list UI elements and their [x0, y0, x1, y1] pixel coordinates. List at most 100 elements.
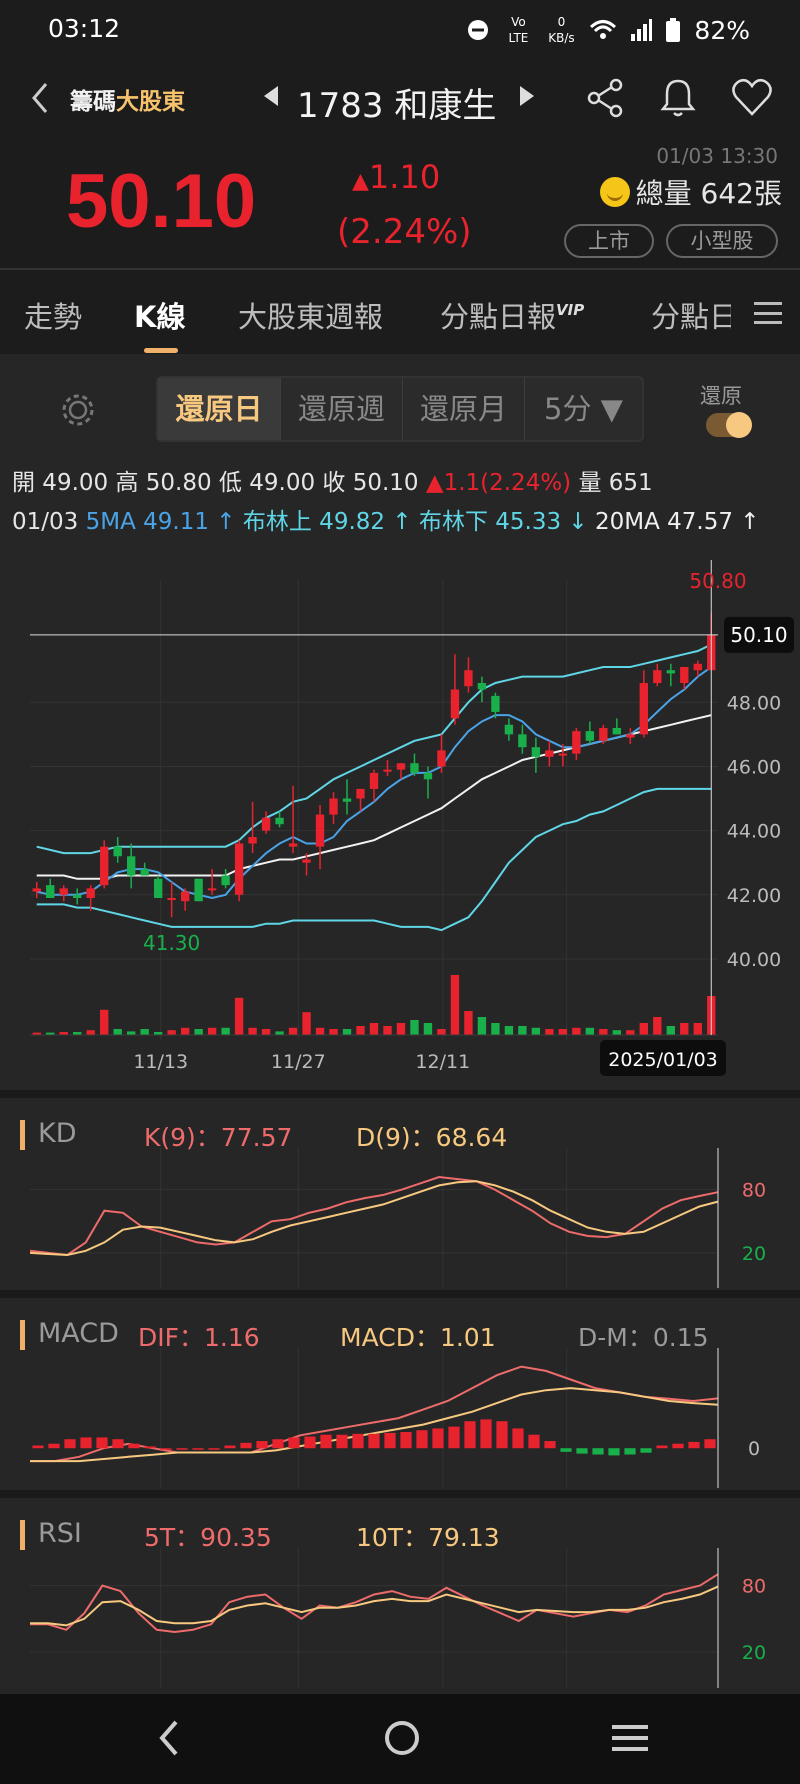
indicator-line: [29, 1180, 719, 1257]
restore-label: 還原: [700, 384, 742, 408]
x-tick-label: 11/27: [271, 1051, 326, 1073]
share-icon[interactable]: [584, 76, 628, 120]
candle-body: [46, 885, 55, 898]
stock-title: 1783 和康生: [297, 86, 497, 126]
signal-icon: [631, 19, 653, 41]
candlestick-chart[interactable]: 48.00 46.00 44.00 42.00 40.00 50.10 50.80 41.30…: [0, 560, 800, 1090]
y-tick-label: 44.00: [727, 821, 781, 843]
candle-body: [261, 817, 271, 831]
volume-bar: [126, 1031, 136, 1035]
heart-icon[interactable]: [730, 76, 774, 120]
seg-restore-day[interactable]: 還原日: [158, 378, 280, 440]
prev-stock-icon[interactable]: [264, 86, 278, 106]
candle-body: [207, 888, 217, 891]
candle-body: [572, 731, 581, 754]
macd-histogram-bar: [592, 1448, 604, 1455]
tab-daily-report[interactable]: 分點日報VIP: [440, 294, 584, 336]
indicator-tick-label: 0: [748, 1438, 760, 1460]
y-tick-label: 46.00: [727, 756, 781, 778]
indicator-line: [30, 1573, 719, 1634]
macd-panel: MACD DIF：1.16 MACD：1.01 D-M：0.15 0: [0, 1290, 800, 1490]
macd-histogram-bar: [672, 1443, 684, 1449]
wifi-icon: [590, 20, 617, 39]
macd-histogram-bar: [688, 1441, 700, 1449]
size-tag[interactable]: 小型股: [666, 224, 778, 258]
macd-histogram-bar: [48, 1443, 60, 1449]
candle-body: [153, 878, 163, 898]
tab-weekly-report[interactable]: 大股東週報: [238, 294, 383, 336]
candle-body: [113, 846, 122, 857]
volume-bar: [518, 1026, 527, 1035]
macd-histogram-bar: [176, 1448, 188, 1450]
macd-histogram-bar: [128, 1443, 140, 1449]
tab-underline: [144, 348, 178, 353]
tab-bar: 走勢 K線 大股東週報 分點日報VIP 分點日: [0, 270, 800, 354]
volume-bar: [639, 1023, 648, 1035]
restore-toggle[interactable]: [706, 412, 752, 438]
candle-body: [167, 898, 176, 900]
macd-histogram-bar: [448, 1426, 460, 1449]
candle-body: [464, 670, 473, 687]
back-icon[interactable]: [26, 78, 56, 118]
volume-bar: [558, 1029, 568, 1035]
macd-chart[interactable]: 0: [0, 1348, 800, 1488]
candle-body: [477, 683, 487, 690]
volume-bar: [383, 1026, 392, 1035]
candle-body: [558, 753, 568, 756]
volume-bar: [369, 1023, 379, 1035]
kd-chart[interactable]: 80 20: [0, 1148, 800, 1288]
volume-bar: [113, 1029, 122, 1035]
macd-histogram-bar: [656, 1445, 668, 1449]
macd-histogram-bar: [464, 1421, 476, 1449]
nav-home-icon[interactable]: [382, 1718, 422, 1758]
tab-trend[interactable]: 走勢: [24, 294, 82, 336]
macd-histogram-bar: [320, 1434, 332, 1449]
indicator-tick-label: 20: [742, 1243, 766, 1265]
volume-bar: [464, 1011, 473, 1035]
macd-histogram-bar: [208, 1448, 220, 1450]
macd-histogram-bar: [192, 1448, 204, 1450]
macd-histogram-bar: [480, 1419, 492, 1449]
macd-histogram-bar: [576, 1448, 588, 1454]
market-tag[interactable]: 上市: [564, 224, 654, 258]
nav-recents-icon[interactable]: [610, 1720, 650, 1756]
macd-histogram-bar: [144, 1446, 156, 1449]
volume-bar: [221, 1027, 230, 1035]
volume-bar: [666, 1026, 675, 1035]
candle-body: [194, 878, 203, 902]
next-stock-icon[interactable]: [520, 86, 534, 106]
candle-body: [680, 667, 689, 684]
volume-bar: [288, 1027, 298, 1035]
candle-body: [396, 763, 406, 770]
x-tick-label: 11/13: [133, 1051, 188, 1073]
macd-histogram-bar: [432, 1428, 444, 1449]
low-label: 41.30: [143, 931, 200, 955]
gear-icon[interactable]: [60, 392, 96, 428]
seg-5min-dropdown[interactable]: 5分 ▼: [524, 378, 642, 440]
volume-bar: [653, 1017, 662, 1035]
candle-body: [369, 772, 379, 789]
volume-bar: [585, 1027, 595, 1035]
seg-restore-week[interactable]: 還原週: [280, 378, 402, 440]
volume-bar: [86, 1030, 95, 1035]
volume-bar: [477, 1017, 487, 1035]
macd-histogram-bar: [384, 1432, 396, 1449]
volume-bar: [275, 1031, 284, 1035]
bell-icon[interactable]: [656, 76, 700, 120]
macd-histogram-bar: [288, 1437, 300, 1449]
candle-body: [666, 670, 675, 674]
seg-restore-month[interactable]: 還原月: [402, 378, 524, 440]
tab-daily-more[interactable]: 分點日: [651, 294, 731, 336]
price-percent: (2.24%): [337, 212, 472, 252]
candle-body: [518, 734, 527, 748]
nav-back-icon[interactable]: [152, 1718, 186, 1758]
menu-icon[interactable]: [754, 302, 782, 324]
price-change: ▲1.10: [352, 158, 441, 196]
tab-kline[interactable]: K線: [134, 294, 185, 336]
quote-time: 01/03 13:30: [656, 144, 778, 168]
rsi-chart[interactable]: 80 20: [0, 1548, 800, 1694]
macd-histogram-bar: [608, 1448, 620, 1456]
y-tick-label: 40.00: [727, 949, 781, 971]
indicator-tick-label: 20: [742, 1642, 766, 1664]
macd-histogram-bar: [400, 1432, 412, 1449]
